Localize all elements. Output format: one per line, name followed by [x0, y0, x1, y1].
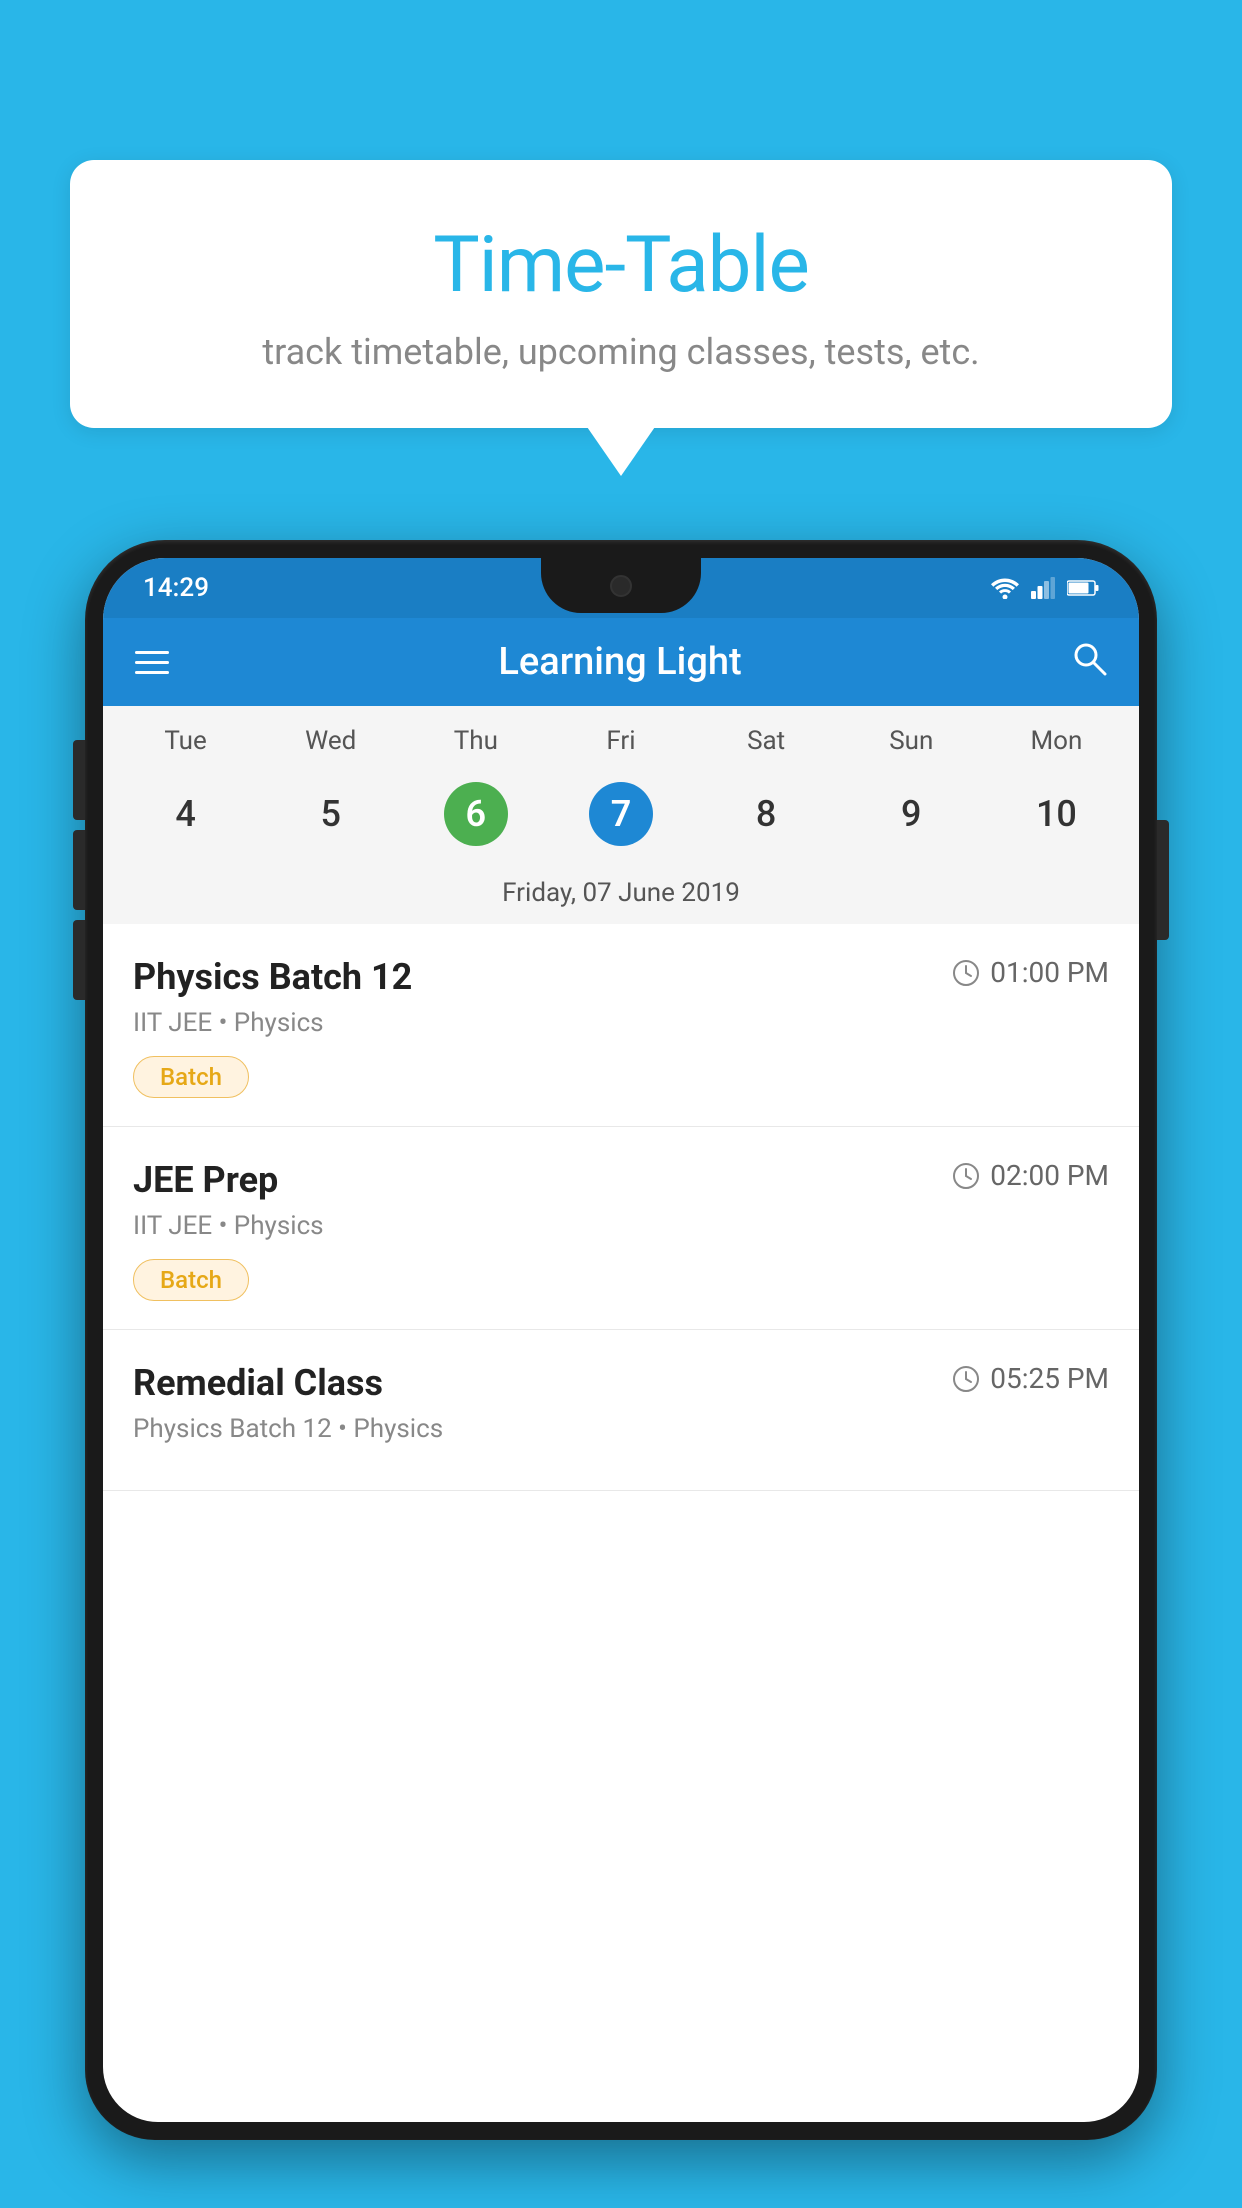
menu-button[interactable] — [135, 651, 169, 674]
day-wed[interactable]: Wed — [258, 726, 403, 756]
item-subtitle-2: IIT JEE • Physics — [133, 1211, 1109, 1241]
day-fri[interactable]: Fri — [548, 726, 693, 756]
status-icons — [991, 577, 1099, 599]
bubble-subtitle: track timetable, upcoming classes, tests… — [110, 331, 1132, 373]
item-time-2: 02:00 PM — [952, 1159, 1109, 1192]
time-text-2: 02:00 PM — [990, 1159, 1109, 1192]
item-subtitle-3: Physics Batch 12 • Physics — [133, 1414, 1109, 1444]
speech-bubble-container: Time-Table track timetable, upcoming cla… — [70, 160, 1172, 428]
item-header-2: JEE Prep 02:00 PM — [133, 1159, 1109, 1201]
date-9[interactable]: 9 — [839, 772, 984, 856]
item-title-3: Remedial Class — [133, 1362, 383, 1404]
date-10[interactable]: 10 — [984, 772, 1129, 856]
item-title-1: Physics Batch 12 — [133, 956, 412, 998]
date-circle-6[interactable]: 6 — [444, 782, 508, 846]
day-thu[interactable]: Thu — [403, 726, 548, 756]
wifi-icon — [991, 577, 1019, 599]
day-mon[interactable]: Mon — [984, 726, 1129, 756]
bubble-title: Time-Table — [110, 220, 1132, 311]
status-bar: 14:29 — [103, 558, 1139, 618]
clock-icon-1 — [952, 959, 980, 987]
date-numbers: 4 5 6 7 8 9 10 — [103, 764, 1139, 872]
phone-outer: 14:29 — [85, 540, 1157, 2140]
selected-date-label: Friday, 07 June 2019 — [103, 872, 1139, 924]
date-circle-7[interactable]: 7 — [589, 782, 653, 846]
date-5[interactable]: 5 — [258, 772, 403, 856]
item-time-1: 01:00 PM — [952, 956, 1109, 989]
date-8[interactable]: 8 — [694, 772, 839, 856]
status-time: 14:29 — [143, 573, 209, 603]
day-tue[interactable]: Tue — [113, 726, 258, 756]
time-text-1: 01:00 PM — [990, 956, 1109, 989]
schedule-item-3[interactable]: Remedial Class 05:25 PM Physics Batch 12… — [103, 1330, 1139, 1491]
day-sat[interactable]: Sat — [694, 726, 839, 756]
speech-bubble: Time-Table track timetable, upcoming cla… — [70, 160, 1172, 428]
day-sun[interactable]: Sun — [839, 726, 984, 756]
phone-frame: 14:29 — [85, 540, 1157, 2208]
phone-screen: 14:29 — [103, 558, 1139, 2122]
search-button[interactable] — [1071, 640, 1107, 685]
batch-badge-1: Batch — [133, 1056, 249, 1098]
app-bar: Learning Light — [103, 618, 1139, 706]
batch-badge-2: Batch — [133, 1259, 249, 1301]
item-time-3: 05:25 PM — [952, 1362, 1109, 1395]
schedule-item-2[interactable]: JEE Prep 02:00 PM IIT JEE • Physics Batc… — [103, 1127, 1139, 1330]
clock-icon-3 — [952, 1365, 980, 1393]
app-title: Learning Light — [193, 640, 1047, 684]
signal-icon — [1031, 577, 1055, 599]
time-text-3: 05:25 PM — [990, 1362, 1109, 1395]
clock-icon-2 — [952, 1162, 980, 1190]
day-headers: Tue Wed Thu Fri Sat Sun Mon — [103, 706, 1139, 764]
schedule-list: Physics Batch 12 01:00 PM IIT JEE • Phys… — [103, 924, 1139, 1491]
camera — [610, 575, 632, 597]
schedule-item-1[interactable]: Physics Batch 12 01:00 PM IIT JEE • Phys… — [103, 924, 1139, 1127]
item-subtitle-1: IIT JEE • Physics — [133, 1008, 1109, 1038]
date-6[interactable]: 6 — [403, 772, 548, 856]
item-header-1: Physics Batch 12 01:00 PM — [133, 956, 1109, 998]
item-header-3: Remedial Class 05:25 PM — [133, 1362, 1109, 1404]
notch — [541, 558, 701, 613]
date-4[interactable]: 4 — [113, 772, 258, 856]
calendar-section: Tue Wed Thu Fri Sat Sun Mon 4 5 6 7 — [103, 706, 1139, 924]
item-title-2: JEE Prep — [133, 1159, 278, 1201]
date-7[interactable]: 7 — [548, 772, 693, 856]
battery-icon — [1067, 579, 1099, 597]
